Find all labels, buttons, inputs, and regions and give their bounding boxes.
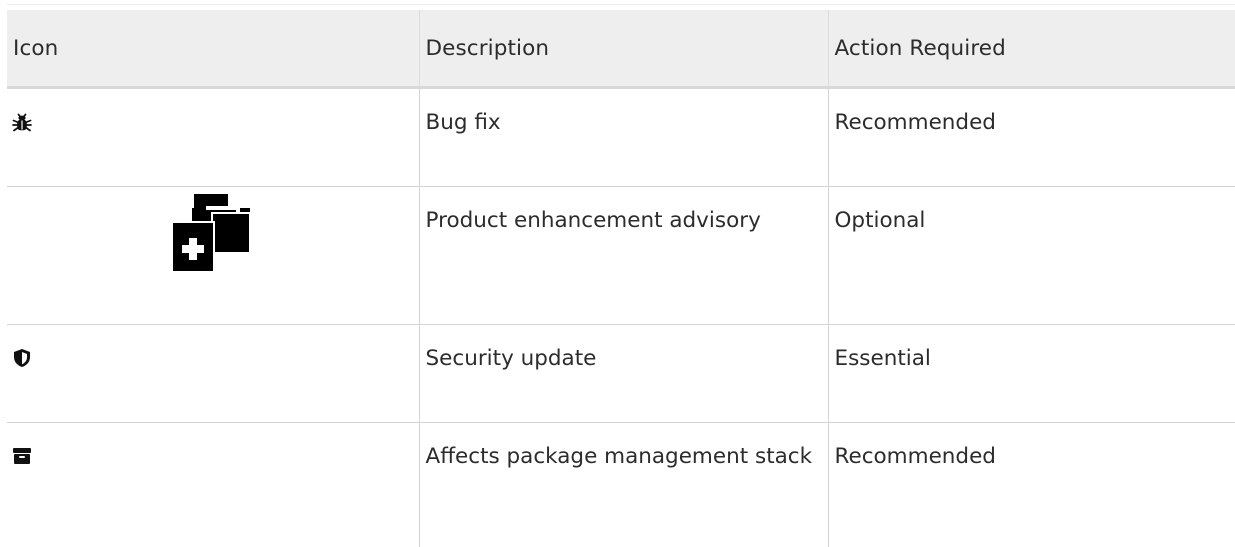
icon-cell bbox=[7, 88, 419, 187]
action-cell: Recommended bbox=[828, 423, 1235, 547]
table-header-row: Icon Description Action Required bbox=[7, 10, 1235, 88]
description-cell: Affects package management stack bbox=[419, 423, 828, 547]
action-cell: Recommended bbox=[828, 88, 1235, 187]
table-row: Product enhancement advisory Optional bbox=[7, 187, 1235, 325]
action-cell: Essential bbox=[828, 325, 1235, 423]
bug-icon bbox=[12, 112, 32, 132]
header-icon: Icon bbox=[7, 10, 419, 88]
icon-cell bbox=[7, 423, 419, 547]
icon-cell bbox=[7, 325, 419, 423]
description-cell: Bug fix bbox=[419, 88, 828, 187]
patch-types-table: Icon Description Action Required Bug fix bbox=[7, 10, 1235, 547]
description-cell: Product enhancement advisory bbox=[419, 187, 828, 325]
header-action-required: Action Required bbox=[828, 10, 1235, 88]
table-row: Bug fix Recommended bbox=[7, 88, 1235, 187]
header-description: Description bbox=[419, 10, 828, 88]
table-row: Security update Essential bbox=[7, 325, 1235, 423]
top-divider bbox=[7, 4, 1235, 5]
description-cell: Security update bbox=[419, 325, 828, 423]
shield-icon bbox=[12, 348, 32, 368]
icon-cell bbox=[7, 187, 419, 325]
enhancement-icon bbox=[172, 194, 250, 272]
action-cell: Optional bbox=[828, 187, 1235, 325]
package-archive-icon bbox=[12, 446, 32, 466]
table-row: Affects package management stack Recomme… bbox=[7, 423, 1235, 547]
